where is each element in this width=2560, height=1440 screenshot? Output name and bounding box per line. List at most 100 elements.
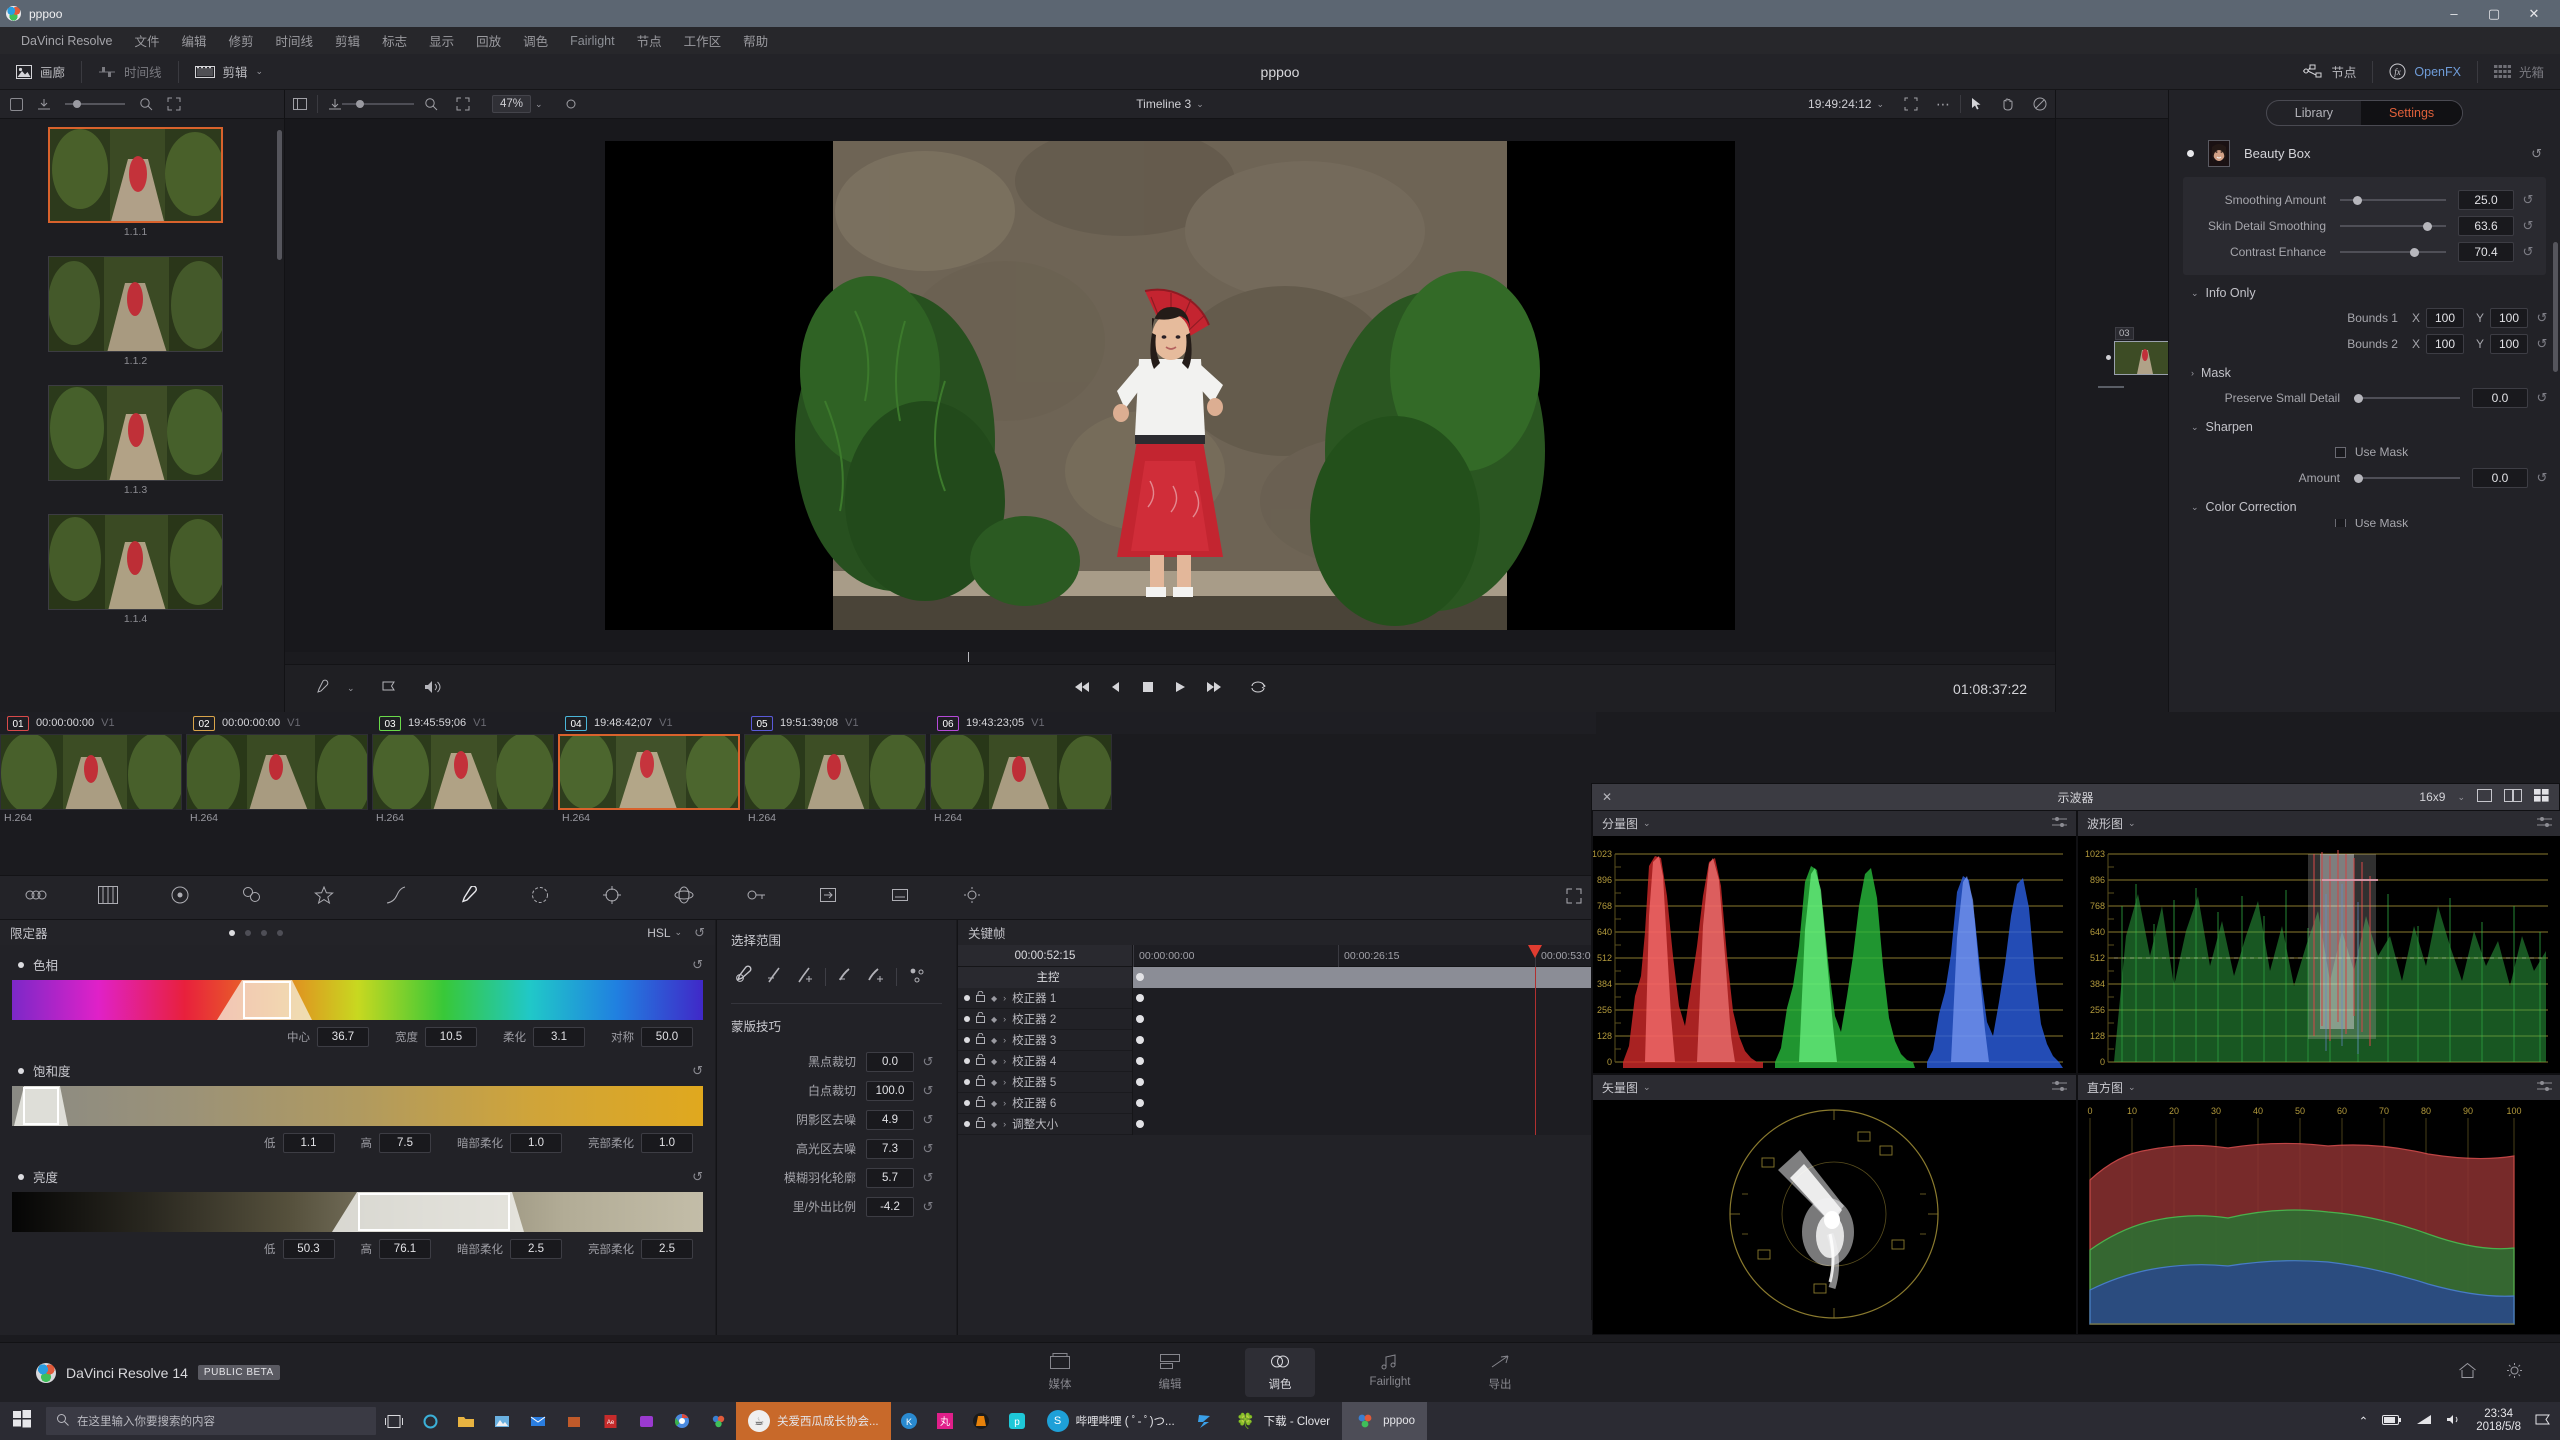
page-button-media[interactable]: 媒体 bbox=[1025, 1348, 1095, 1397]
sizing-icon[interactable] bbox=[792, 886, 864, 909]
search-icon[interactable] bbox=[139, 97, 153, 111]
photos-icon[interactable] bbox=[484, 1402, 520, 1440]
timeline-selector[interactable]: Timeline 3 ⌄ bbox=[1136, 97, 1203, 111]
hand-tool-icon[interactable] bbox=[2001, 97, 2015, 111]
bounds1-reset-icon[interactable]: ↺ bbox=[2528, 310, 2556, 326]
zoom-level[interactable]: 47% bbox=[492, 95, 532, 113]
viewer-search-icon[interactable] bbox=[424, 97, 438, 111]
jump-start-icon[interactable] bbox=[1073, 680, 1091, 698]
lock-icon[interactable] bbox=[976, 1011, 985, 1026]
track-enable-dot[interactable] bbox=[964, 1121, 970, 1127]
lock-icon[interactable] bbox=[976, 1053, 985, 1068]
taskbar-task-item[interactable]: 🍀 下载 - Clover bbox=[1223, 1402, 1342, 1440]
bounds1-x-value[interactable]: 100 bbox=[2425, 308, 2464, 328]
picker-minus-icon[interactable] bbox=[765, 965, 785, 989]
track-enable-dot[interactable] bbox=[964, 1058, 970, 1064]
keyframes-track-row[interactable]: ◆ › 调整大小 bbox=[958, 1113, 1597, 1135]
viewer-more-icon[interactable]: ⋯ bbox=[1936, 96, 1950, 113]
timeline-clip[interactable] bbox=[930, 734, 1112, 810]
chevron-right-icon[interactable]: › bbox=[1003, 1098, 1006, 1108]
scopes-aspect-ratio[interactable]: 16x9 bbox=[2419, 790, 2445, 804]
track-enable-dot[interactable] bbox=[964, 1037, 970, 1043]
keyframe-marker[interactable] bbox=[1136, 1119, 1144, 1128]
minimize-button[interactable]: – bbox=[2434, 0, 2474, 27]
resolve-taskbar-icon[interactable] bbox=[700, 1402, 736, 1440]
bypass-icon[interactable] bbox=[2033, 97, 2047, 111]
menu-item-trim[interactable]: 修剪 bbox=[218, 27, 265, 54]
parade-settings-icon[interactable] bbox=[2052, 816, 2067, 832]
timeline-clip-selected[interactable] bbox=[558, 734, 740, 810]
flag-icon[interactable] bbox=[381, 680, 397, 698]
blur-radius-reset-icon[interactable]: ↺ bbox=[914, 1170, 942, 1186]
keyframes-master-track[interactable] bbox=[1133, 966, 1597, 988]
chrome-icon[interactable] bbox=[664, 1402, 700, 1440]
keyframes-playhead[interactable] bbox=[1535, 1092, 1536, 1114]
thunder-icon[interactable] bbox=[1187, 1402, 1223, 1440]
histogram-chevron-icon[interactable]: ⌄ bbox=[2128, 1082, 2136, 1093]
video-frame[interactable] bbox=[605, 141, 1735, 630]
color-wheels-icon[interactable] bbox=[0, 886, 72, 909]
contrast-enhance-slider[interactable] bbox=[2340, 245, 2446, 259]
video-app-icon[interactable] bbox=[628, 1402, 664, 1440]
keyframe-marker[interactable] bbox=[1136, 1014, 1144, 1023]
section-sharpen[interactable]: ⌄ Sharpen bbox=[2169, 411, 2560, 439]
keyframes-playhead[interactable] bbox=[1535, 987, 1536, 1009]
menu-item-view[interactable]: 显示 bbox=[418, 27, 465, 54]
timeline-clip[interactable] bbox=[372, 734, 554, 810]
kugou-icon[interactable]: K bbox=[891, 1402, 927, 1440]
taskbar-clock[interactable]: 23:34 2018/5/8 bbox=[2476, 1408, 2521, 1434]
node-input-dot[interactable] bbox=[2106, 355, 2111, 360]
pinyin-icon[interactable]: 丸 bbox=[927, 1402, 963, 1440]
list-view-icon[interactable] bbox=[10, 97, 23, 111]
openfx-toggle[interactable]: fx OpenFX bbox=[2373, 60, 2477, 84]
pointer-tool-icon[interactable] bbox=[1971, 97, 1983, 111]
vectorscope-settings-icon[interactable] bbox=[2052, 1080, 2067, 1096]
slider-icon[interactable] bbox=[65, 99, 125, 109]
waveform-header[interactable]: 波形图 ⌄ bbox=[2078, 811, 2560, 836]
menu-item-resolve[interactable]: DaVinci Resolve bbox=[10, 30, 123, 52]
keyframe-marker[interactable] bbox=[1136, 972, 1144, 981]
luminance-range-selector[interactable] bbox=[12, 1192, 703, 1232]
viewer-scrub-strip[interactable] bbox=[285, 652, 2055, 664]
track-enable-dot[interactable] bbox=[964, 1100, 970, 1106]
luminance-gradient[interactable] bbox=[12, 1192, 703, 1232]
sat-low-soft-value[interactable]: 1.0 bbox=[510, 1133, 562, 1153]
menu-item-color[interactable]: 调色 bbox=[512, 27, 559, 54]
preserve-small-detail-reset-icon[interactable]: ↺ bbox=[2528, 390, 2556, 406]
scopes-layout-quad-icon[interactable] bbox=[2534, 789, 2549, 805]
menu-item-clip[interactable]: 剪辑 bbox=[324, 27, 371, 54]
preserve-small-detail-slider[interactable] bbox=[2354, 391, 2460, 405]
maximize-button[interactable]: ▢ bbox=[2474, 0, 2514, 27]
waveform-plot[interactable]: 1023 896 768 640 512 384 256 128 0 bbox=[2078, 836, 2560, 1073]
page-dot-3[interactable] bbox=[261, 929, 268, 936]
inout-ratio-reset-icon[interactable]: ↺ bbox=[914, 1199, 942, 1215]
keyframe-diamond-icon[interactable]: ◆ bbox=[991, 1120, 997, 1129]
lum-low-soft-value[interactable]: 2.5 bbox=[510, 1239, 562, 1259]
luminance-enable-toggle[interactable] bbox=[18, 1173, 24, 1180]
viewer-layout-icon[interactable] bbox=[293, 98, 307, 110]
keyframes-track[interactable] bbox=[1133, 1113, 1597, 1135]
sat-low-value[interactable]: 1.1 bbox=[282, 1133, 335, 1153]
rgb-mixer-icon[interactable] bbox=[216, 886, 288, 909]
keyframes-track[interactable] bbox=[1133, 1071, 1597, 1093]
menu-item-edit[interactable]: 编辑 bbox=[171, 27, 218, 54]
tray-volume-icon[interactable] bbox=[2446, 1413, 2462, 1429]
curves-icon[interactable] bbox=[360, 886, 432, 909]
parade-plot[interactable]: 1023 896 768 640 512 384 256 128 0 bbox=[1593, 836, 2076, 1073]
page-button-edit[interactable]: 编辑 bbox=[1135, 1348, 1205, 1397]
expand-icon[interactable] bbox=[167, 97, 181, 111]
lock-icon[interactable] bbox=[976, 1074, 985, 1089]
menu-item-file[interactable]: 文件 bbox=[123, 27, 170, 54]
keyframe-diamond-icon[interactable]: ◆ bbox=[991, 1057, 997, 1066]
menu-item-fairlight[interactable]: Fairlight bbox=[559, 30, 625, 52]
image-wipe-icon[interactable] bbox=[328, 98, 342, 110]
effect-reset-icon[interactable]: ↺ bbox=[2531, 146, 2542, 162]
keyframes-track[interactable] bbox=[1133, 1008, 1597, 1030]
page-dot-1[interactable] bbox=[229, 929, 236, 936]
picker-icon[interactable] bbox=[733, 965, 755, 989]
gallery-still-3[interactable]: 1.1.3 bbox=[48, 385, 223, 496]
smoothing-amount-value[interactable]: 25.0 bbox=[2458, 190, 2514, 210]
keyframes-track-row[interactable]: ◆ › 校正器 2 bbox=[958, 1008, 1597, 1030]
page-dot-4[interactable] bbox=[277, 929, 284, 936]
keyframes-track[interactable] bbox=[1133, 987, 1597, 1009]
